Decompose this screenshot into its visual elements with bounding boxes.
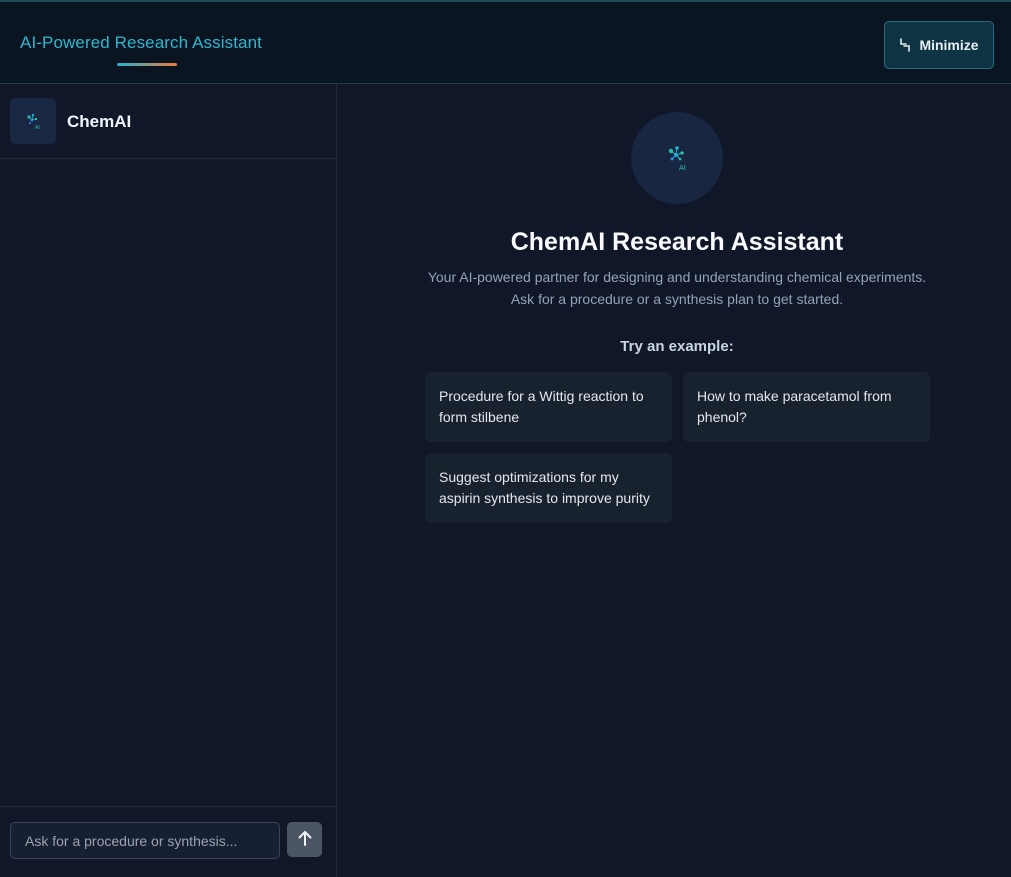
example-card-aspirin[interactable]: Suggest optimizations for my aspirin syn… [425, 453, 672, 523]
app-window: AI-Powered Research Assistant Minimize A… [0, 0, 1011, 877]
sidebar: AI ChemAI [0, 84, 337, 877]
main-panel: AI ChemAI Research Assistant Your AI-pow… [337, 84, 1011, 877]
page-title: AI-Powered Research Assistant [20, 33, 262, 52]
hero-subtitle: Your AI-powered partner for designing an… [337, 266, 1011, 310]
subtitle-line: Ask for a procedure or a synthesis plan … [510, 291, 844, 307]
header-bar: AI-Powered Research Assistant Minimize [0, 0, 1011, 84]
chat-input-area [0, 806, 336, 877]
examples-heading: Try an example: [620, 338, 734, 355]
subtitle-line: Your AI-powered partner for designing an… [427, 269, 927, 285]
brand-name: ChemAI [67, 112, 132, 131]
chemai-logo-icon: AI [631, 112, 723, 204]
chemai-logo-icon: AI [10, 98, 56, 144]
send-button[interactable] [287, 822, 322, 857]
logo-text: AI [679, 164, 686, 172]
minimize-label: Minimize [919, 37, 979, 53]
svg-text:AI: AI [35, 125, 40, 131]
example-card-wittig[interactable]: Procedure for a Wittig reaction to form … [425, 372, 672, 442]
sidebar-brand: AI ChemAI [0, 84, 336, 159]
minimize-icon [899, 38, 911, 52]
minimize-button[interactable]: Minimize [884, 21, 994, 69]
chat-input[interactable] [10, 822, 280, 859]
arrow-up-icon [296, 829, 314, 850]
hero-title: ChemAI Research Assistant [510, 228, 844, 256]
example-card-paracetamol[interactable]: How to make paracetamol from phenol? [683, 372, 930, 442]
title-underline [117, 63, 177, 66]
